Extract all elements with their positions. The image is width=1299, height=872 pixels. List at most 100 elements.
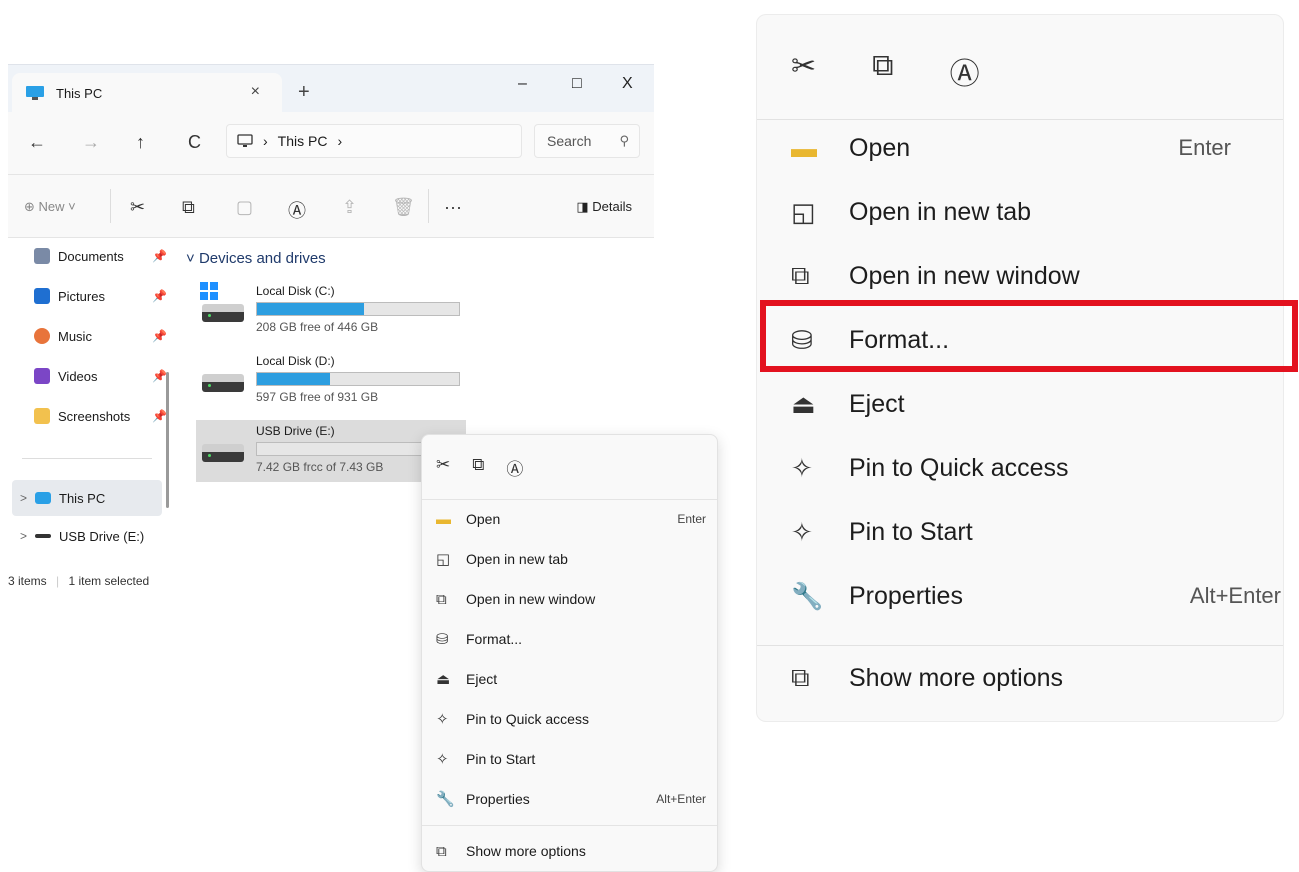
- menu-item-properties[interactable]: 🔧 Properties Alt+Enter: [791, 571, 1281, 621]
- rename-icon[interactable]: Ⓐ: [288, 197, 306, 223]
- hard-drive-icon: [202, 444, 244, 462]
- tab-close-button[interactable]: ×: [251, 83, 260, 101]
- menu-item-open-new-tab[interactable]: ◱ Open in new tab: [436, 545, 706, 573]
- menu-item-label: Format...: [466, 631, 523, 647]
- share-icon[interactable]: ⇪: [342, 197, 357, 218]
- search-input[interactable]: Search ⚲: [534, 124, 640, 158]
- minimize-button[interactable]: –: [518, 75, 527, 93]
- menu-item-pin-start[interactable]: ✧ Pin to Start: [791, 507, 1281, 557]
- copy-icon[interactable]: ⧉: [472, 455, 484, 480]
- new-button[interactable]: ⊕ New ˅: [24, 199, 76, 215]
- pin-icon: 📌: [152, 289, 167, 303]
- search-icon: ⚲: [619, 133, 629, 148]
- details-pane-icon: ◨: [576, 199, 589, 214]
- new-tab-icon: ◱: [791, 196, 816, 227]
- videos-icon: [34, 368, 50, 384]
- menu-item-label: Eject: [849, 389, 905, 418]
- copy-icon[interactable]: ⧉: [872, 49, 893, 93]
- menu-item-open-new-tab[interactable]: ◱ Open in new tab: [791, 187, 1281, 237]
- cut-icon[interactable]: ✂: [436, 455, 450, 480]
- rename-icon[interactable]: Ⓐ: [506, 455, 523, 480]
- menu-item-open[interactable]: ▬ Open Enter: [436, 505, 706, 533]
- this-pc-icon: [35, 492, 52, 504]
- menu-item-open[interactable]: ▬ Open Enter: [791, 123, 1281, 173]
- chevron-right-icon[interactable]: >: [20, 529, 27, 543]
- sidebar-item-label: Videos: [58, 368, 98, 384]
- context-menu-quick-actions: ✂ ⧉ Ⓐ: [436, 455, 523, 480]
- drive-free-space: 597 GB free of 931 GB: [256, 390, 379, 404]
- menu-item-label: Show more options: [466, 843, 586, 859]
- rename-icon[interactable]: Ⓐ: [950, 49, 980, 93]
- menu-item-label: Open in new window: [466, 591, 596, 607]
- close-window-button[interactable]: X: [622, 75, 633, 93]
- sidebar-item-label: Pictures: [58, 288, 105, 304]
- more-options-button[interactable]: ···: [444, 197, 462, 218]
- tab-this-pc[interactable]: This PC ×: [12, 73, 282, 113]
- up-button[interactable]: ↑: [136, 132, 145, 153]
- chevron-down-icon: ˅: [186, 250, 195, 267]
- pin-icon: ✧: [436, 751, 449, 768]
- menu-item-open-new-window[interactable]: ⧉ Open in new window: [436, 585, 706, 613]
- context-menu-quick-actions: ✂ ⧉ Ⓐ: [791, 49, 980, 93]
- menu-item-eject[interactable]: ⏏ Eject: [436, 665, 706, 693]
- menu-item-eject[interactable]: ⏏ Eject: [791, 379, 1281, 429]
- sidebar-item-label: Documents: [58, 248, 124, 264]
- drive-local-disk-d[interactable]: Local Disk (D:) 597 GB free of 931 GB: [196, 350, 466, 412]
- group-title: Devices and drives: [198, 250, 326, 267]
- item-count: 3 items: [8, 574, 47, 588]
- status-bar: 3 items | 1 item selected: [8, 574, 149, 588]
- menu-item-label: Properties: [849, 581, 963, 610]
- sidebar-item-screenshots[interactable]: Screenshots 📌: [34, 402, 167, 430]
- menu-item-label: Properties: [466, 791, 530, 807]
- pin-icon: 📌: [152, 329, 167, 343]
- eject-icon: ⏏: [791, 388, 816, 419]
- sidebar-item-this-pc[interactable]: > This PC: [12, 480, 162, 516]
- menu-item-pin-quick-access[interactable]: ✧ Pin to Quick access: [436, 705, 706, 733]
- cut-icon[interactable]: ✂: [791, 49, 816, 93]
- sidebar-item-label: This PC: [59, 490, 106, 506]
- paste-icon[interactable]: ▢: [236, 197, 253, 218]
- menu-item-label: Open: [849, 133, 911, 162]
- forward-button[interactable]: →: [82, 132, 100, 153]
- chevron-right-icon[interactable]: >: [20, 491, 27, 505]
- pin-icon: ✧: [436, 711, 449, 728]
- hard-drive-icon: [202, 304, 244, 322]
- sidebar-scrollbar[interactable]: [166, 372, 169, 508]
- breadcrumb[interactable]: This PC: [278, 133, 328, 149]
- menu-item-show-more-options[interactable]: ⧉ Show more options: [791, 653, 1281, 703]
- toolbar-divider: [110, 189, 111, 223]
- new-tab-button[interactable]: +: [298, 81, 310, 104]
- back-button[interactable]: ←: [28, 132, 46, 153]
- copy-icon[interactable]: ⧉: [182, 197, 195, 218]
- menu-item-show-more-options[interactable]: ⧉ Show more options: [436, 837, 706, 865]
- menu-item-open-new-window[interactable]: ⧉ Open in new window: [791, 251, 1281, 301]
- menu-item-properties[interactable]: 🔧 Properties Alt+Enter: [436, 785, 706, 813]
- maximize-button[interactable]: □: [572, 75, 582, 93]
- refresh-button[interactable]: C: [188, 132, 201, 153]
- pin-icon: ✧: [791, 452, 813, 483]
- pin-icon: 📌: [152, 249, 167, 263]
- delete-icon[interactable]: 🗑: [392, 197, 415, 218]
- sidebar-item-usb-drive[interactable]: > USB Drive (E:): [20, 522, 144, 550]
- sidebar-item-pictures[interactable]: Pictures 📌: [34, 282, 167, 310]
- drive-local-disk-c[interactable]: Local Disk (C:) 208 GB free of 446 GB: [196, 280, 466, 342]
- selection-count: 1 item selected: [68, 574, 150, 588]
- show-more-icon: ⧉: [436, 842, 447, 860]
- menu-item-shortcut: Alt+Enter: [1189, 583, 1281, 608]
- pin-icon: ✧: [791, 516, 813, 547]
- sidebar-item-videos[interactable]: Videos 📌: [34, 362, 167, 390]
- menu-item-pin-start[interactable]: ✧ Pin to Start: [436, 745, 706, 773]
- menu-item-format[interactable]: ⛁ Format...: [436, 625, 706, 653]
- toolbar-divider: [428, 189, 429, 223]
- drive-free-space: 7.42 GB frcc of 7.43 GB: [256, 460, 384, 474]
- menu-divider: [422, 825, 717, 826]
- sidebar-item-documents[interactable]: Documents 📌: [34, 242, 167, 270]
- group-header[interactable]: ˅ Devices and drives: [186, 250, 326, 267]
- folder-icon: ▬: [436, 510, 451, 528]
- address-bar[interactable]: › This PC ›: [226, 124, 522, 158]
- sidebar-item-music[interactable]: Music 📌: [34, 322, 167, 350]
- menu-item-pin-quick-access[interactable]: ✧ Pin to Quick access: [791, 443, 1281, 493]
- details-button[interactable]: ◨ Details: [576, 199, 632, 215]
- breadcrumb-chevron[interactable]: ›: [337, 133, 342, 149]
- cut-icon[interactable]: ✂: [130, 197, 145, 218]
